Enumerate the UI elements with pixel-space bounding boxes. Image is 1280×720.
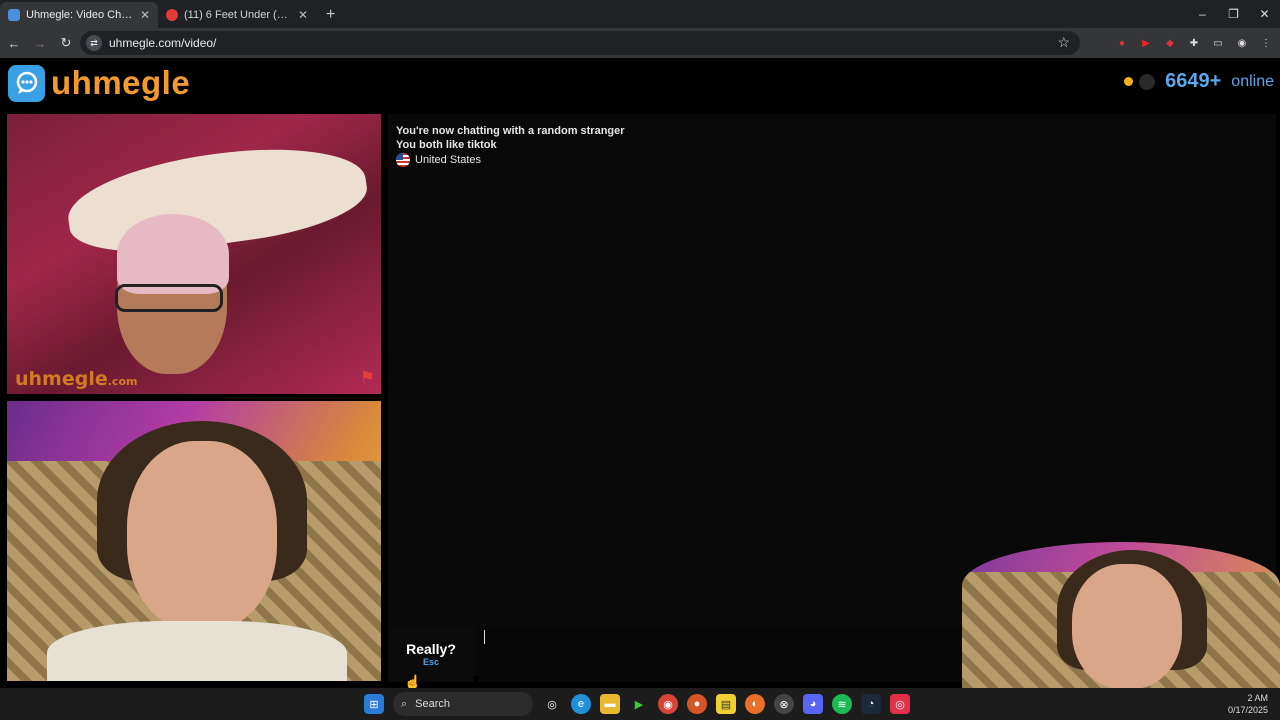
- extension-red-icon[interactable]: ●: [1114, 35, 1130, 51]
- site-info-icon[interactable]: ⇄: [86, 35, 102, 51]
- text-caret: [484, 630, 485, 644]
- theme-toggle[interactable]: [1139, 73, 1156, 90]
- steam-icon[interactable]: ◔: [861, 694, 881, 714]
- side-panel-icon[interactable]: ▭: [1210, 35, 1226, 51]
- xbox-icon[interactable]: ⊗: [774, 694, 794, 714]
- extensions-puzzle-icon[interactable]: ✚: [1186, 35, 1202, 51]
- new-tab-button[interactable]: +: [316, 6, 345, 28]
- tab-title: Uhmegle: Video Chat | Ome: [26, 9, 134, 21]
- taskbar-search[interactable]: ⌕ Search: [393, 692, 533, 716]
- browser-tab-uhmegle[interactable]: Uhmegle: Video Chat | Ome ✕: [0, 2, 158, 28]
- edge-icon[interactable]: e: [571, 694, 591, 714]
- forward-button[interactable]: →: [28, 36, 52, 51]
- video-figure-shirt: [47, 621, 347, 681]
- taskbar-apps: ⊞ ⌕ Search ◎ e ▬ ▶ ◉ ● ▤ ◐ ⊗ ◕ ≋ ◔ ◎: [364, 688, 910, 720]
- stop-button-label: Really?: [406, 641, 456, 657]
- chrome-icon[interactable]: ◉: [658, 694, 678, 714]
- window-controls: – ❐ ✕: [1187, 0, 1280, 28]
- stranger-country: United States: [396, 153, 1268, 167]
- extension-tag-icon[interactable]: ◆: [1162, 35, 1178, 51]
- browser-toolbar: ← → ↻ ⇄ uhmegle.com/video/ ☆ ● ▶ ◆ ✚ ▭ ◉…: [0, 28, 1280, 58]
- video-figure-face: [127, 441, 277, 631]
- online-count: 6649+: [1165, 70, 1222, 92]
- uhmegle-favicon-icon: [8, 9, 20, 21]
- logo-text: uhmegle: [51, 64, 191, 101]
- basketball-app-icon[interactable]: ●: [687, 694, 707, 714]
- reload-button[interactable]: ↻: [54, 35, 78, 51]
- system-message: You're now chatting with a random strang…: [396, 125, 625, 137]
- webcam-overlay: [962, 542, 1280, 688]
- search-icon: ⌕: [401, 697, 408, 710]
- uhmegle-page: uhmegle 6649+ online uhmegle.com ⚑ You'r…: [0, 58, 1280, 688]
- browser-tab-youtube[interactable]: (11) 6 Feet Under (Live From M ✕: [158, 2, 316, 28]
- menu-dots-icon[interactable]: ⋮: [1258, 35, 1274, 51]
- windows-taskbar: ⊞ ⌕ Search ◎ e ▬ ▶ ◉ ● ▤ ◐ ⊗ ◕ ≋ ◔ ◎ 2 A…: [0, 688, 1280, 720]
- us-flag-icon: [396, 153, 410, 167]
- overlay-figure-face: [1072, 564, 1182, 688]
- online-counter: 6649+ online: [1124, 70, 1274, 93]
- clock-date: 0/17/2025: [1227, 705, 1268, 715]
- site-logo[interactable]: uhmegle: [8, 64, 190, 102]
- browser-tab-bar: Uhmegle: Video Chat | Ome ✕ (11) 6 Feet …: [0, 0, 1280, 28]
- stranger-video: uhmegle.com ⚑: [7, 114, 381, 394]
- video-figure-glasses: [115, 284, 223, 312]
- theme-sun-icon[interactable]: [1124, 77, 1134, 86]
- profile-icon[interactable]: ◉: [1234, 35, 1250, 51]
- extensions-area: ● ▶ ◆ ✚ ▭ ◉ ⋮: [1114, 28, 1274, 58]
- address-bar[interactable]: ⇄ uhmegle.com/video/ ☆: [80, 31, 1080, 55]
- url-text: uhmegle.com/video/: [109, 36, 217, 50]
- chat-bubble-icon: [8, 64, 45, 102]
- taskbar-search-label: Search: [415, 698, 451, 710]
- firefox-icon[interactable]: ◐: [745, 694, 765, 714]
- common-interest-message: You both like tiktok: [396, 139, 497, 151]
- stop-button[interactable]: Really? Esc: [388, 626, 474, 682]
- sticky-notes-icon[interactable]: ▤: [716, 694, 736, 714]
- restore-button[interactable]: ❐: [1218, 0, 1249, 28]
- tab-close-icon[interactable]: ✕: [140, 8, 150, 22]
- tab-close-icon[interactable]: ✕: [298, 8, 308, 22]
- online-label: online: [1231, 72, 1274, 90]
- extension-youtube-icon[interactable]: ▶: [1138, 35, 1154, 51]
- start-windows-icon[interactable]: ⊞: [364, 694, 384, 714]
- back-button[interactable]: ←: [2, 36, 26, 51]
- system-clock[interactable]: 2 AM 0/17/2025: [1228, 692, 1268, 716]
- file-explorer-icon[interactable]: ▬: [600, 694, 620, 714]
- red-app-icon[interactable]: ◎: [890, 694, 910, 714]
- spotify-icon[interactable]: ≋: [832, 694, 852, 714]
- discord-icon[interactable]: ◕: [803, 694, 823, 714]
- task-view-icon[interactable]: ◎: [542, 694, 562, 714]
- tab-title: (11) 6 Feet Under (Live From M: [184, 9, 292, 21]
- report-flag-icon[interactable]: ⚑: [360, 368, 375, 388]
- stop-button-key: Esc: [422, 657, 439, 667]
- youtube-favicon-icon: [166, 9, 178, 21]
- message-input[interactable]: [478, 626, 968, 682]
- play-icon[interactable]: ▶: [629, 694, 649, 714]
- close-window-button[interactable]: ✕: [1249, 0, 1280, 28]
- video-figure-beanie: [117, 214, 229, 294]
- bookmark-star-icon[interactable]: ☆: [1057, 34, 1070, 51]
- clock-time: 2 AM: [1247, 693, 1268, 703]
- minimize-button[interactable]: –: [1187, 0, 1218, 28]
- own-video: [7, 401, 381, 681]
- country-name: United States: [415, 154, 482, 166]
- uhmegle-watermark: uhmegle.com: [15, 368, 138, 390]
